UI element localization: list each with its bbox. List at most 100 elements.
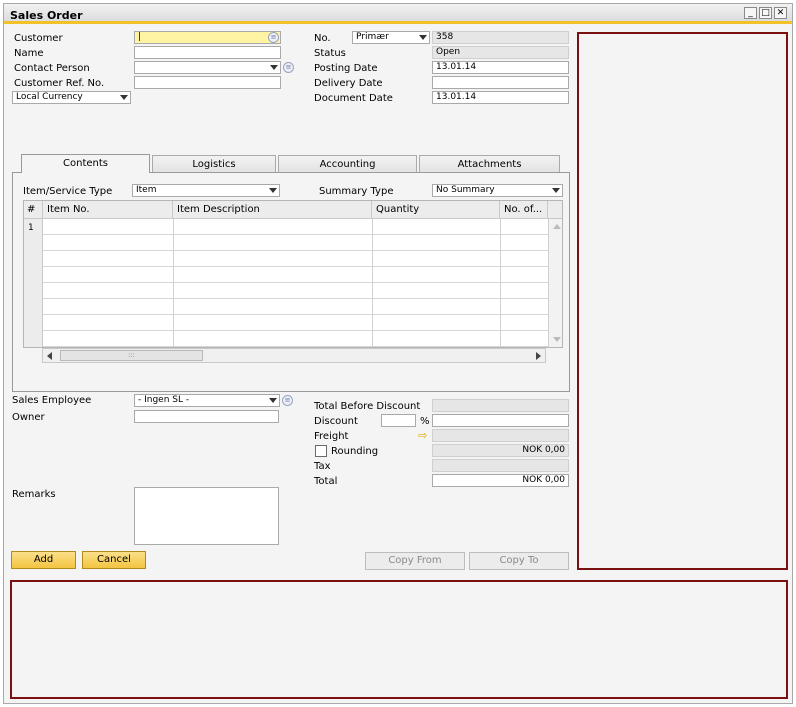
copy-to-button[interactable]: Copy To	[469, 552, 569, 570]
sales-employee-select[interactable]: - Ingen SL -	[134, 394, 280, 407]
owner-input[interactable]	[134, 410, 279, 423]
tax-field	[432, 459, 569, 472]
scroll-thumb[interactable]: :::	[60, 350, 203, 361]
column-divider	[500, 219, 501, 347]
freight-field	[432, 429, 569, 442]
column-header-no-of[interactable]: No. of...	[500, 201, 548, 219]
title-bar[interactable]	[4, 4, 792, 24]
series-select[interactable]: Primær	[352, 31, 430, 44]
rounding-field: NOK 0,00	[432, 444, 569, 457]
document-date-input[interactable]: 13.01.14	[432, 91, 569, 104]
table-row[interactable]	[43, 331, 548, 347]
close-button[interactable]: ✕	[774, 7, 787, 19]
tab-contents[interactable]: Contents	[21, 154, 150, 173]
row-header-column	[24, 219, 43, 347]
discount-amount-input[interactable]	[432, 414, 569, 427]
tax-label: Tax	[314, 461, 331, 472]
window-title: Sales Order	[10, 9, 83, 22]
contact-link-icon[interactable]: ≡	[283, 62, 294, 73]
table-row[interactable]	[43, 299, 548, 315]
customer-ref-input[interactable]	[134, 76, 281, 89]
name-input[interactable]	[134, 46, 281, 59]
posting-date-input[interactable]: 13.01.14	[432, 61, 569, 74]
total-label: Total	[314, 476, 338, 487]
item-type-value: Item	[136, 185, 157, 195]
series-value: Primær	[356, 32, 389, 42]
row-number: 1	[28, 223, 34, 233]
cancel-button[interactable]: Cancel	[82, 551, 146, 569]
delivery-date-input[interactable]	[432, 76, 569, 89]
table-row[interactable]	[43, 315, 548, 331]
scroll-up-icon[interactable]	[553, 224, 561, 229]
total-before-discount-label: Total Before Discount	[314, 401, 421, 412]
column-divider	[372, 219, 373, 347]
no-label: No.	[314, 33, 331, 44]
vertical-scrollbar[interactable]	[548, 219, 562, 347]
choose-from-list-icon[interactable]: ≡	[268, 32, 279, 43]
table-row[interactable]	[43, 219, 548, 235]
status-label: Status	[314, 48, 346, 59]
bottom-panel	[10, 580, 788, 699]
tab-accounting[interactable]: Accounting	[278, 155, 417, 173]
sales-employee-link-icon[interactable]: ≡	[282, 395, 293, 406]
remarks-textarea[interactable]	[134, 487, 279, 545]
owner-label: Owner	[12, 412, 45, 423]
column-header-item-no[interactable]: Item No.	[43, 201, 173, 219]
chevron-down-icon	[269, 398, 277, 403]
add-button[interactable]: Add	[11, 551, 76, 569]
table-row[interactable]	[43, 235, 548, 251]
table-row[interactable]	[43, 251, 548, 267]
tab-attachments[interactable]: Attachments	[419, 155, 560, 173]
contact-person-label: Contact Person	[14, 63, 90, 74]
side-panel	[577, 32, 788, 570]
document-date-label: Document Date	[314, 93, 393, 104]
tab-logistics[interactable]: Logistics	[152, 155, 276, 173]
rounding-label: Rounding	[331, 446, 379, 457]
column-header-quantity[interactable]: Quantity	[372, 201, 500, 219]
items-grid[interactable]: # Item No. Item Description Quantity No.…	[23, 200, 563, 348]
chevron-down-icon	[270, 65, 278, 70]
summary-type-value: No Summary	[436, 185, 495, 195]
status-field: Open	[432, 46, 569, 59]
name-label: Name	[14, 48, 44, 59]
chevron-down-icon	[419, 35, 427, 40]
percent-sign: %	[420, 416, 430, 427]
remarks-label: Remarks	[12, 489, 56, 500]
summary-type-label: Summary Type	[319, 186, 394, 197]
item-type-label: Item/Service Type	[23, 186, 113, 197]
discount-label: Discount	[314, 416, 358, 427]
grid-corner	[548, 201, 562, 219]
minimize-button[interactable]: _	[744, 7, 757, 19]
column-header-item-description[interactable]: Item Description	[173, 201, 372, 219]
grid-rows[interactable]	[43, 219, 548, 347]
chevron-down-icon	[120, 95, 128, 100]
scroll-right-icon[interactable]	[536, 352, 541, 360]
maximize-button[interactable]: □	[759, 7, 772, 19]
column-divider	[173, 219, 174, 347]
contact-person-select[interactable]	[134, 61, 281, 74]
table-row[interactable]	[43, 283, 548, 299]
discount-percent-input[interactable]	[381, 414, 416, 427]
item-type-select[interactable]: Item	[132, 184, 280, 197]
copy-from-button[interactable]: Copy From	[365, 552, 465, 570]
customer-value: |	[138, 32, 142, 42]
sales-employee-label: Sales Employee	[12, 395, 92, 406]
freight-link-arrow-icon[interactable]: ⇨	[418, 430, 427, 441]
horizontal-scrollbar[interactable]: :::	[42, 348, 546, 363]
sales-employee-value: - Ingen SL -	[138, 395, 190, 405]
customer-label: Customer	[14, 33, 63, 44]
delivery-date-label: Delivery Date	[314, 78, 383, 89]
summary-type-select[interactable]: No Summary	[432, 184, 563, 197]
chevron-down-icon	[269, 188, 277, 193]
rounding-checkbox[interactable]	[315, 445, 327, 457]
freight-label: Freight	[314, 431, 349, 442]
customer-input[interactable]: | ≡	[134, 31, 281, 44]
currency-select[interactable]: Local Currency	[12, 91, 131, 104]
scroll-left-icon[interactable]	[47, 352, 52, 360]
currency-value: Local Currency	[16, 92, 83, 102]
scroll-down-icon[interactable]	[553, 337, 561, 342]
customer-ref-label: Customer Ref. No.	[14, 78, 105, 89]
table-row[interactable]	[43, 267, 548, 283]
chevron-down-icon	[552, 188, 560, 193]
column-header-number[interactable]: #	[24, 201, 43, 219]
